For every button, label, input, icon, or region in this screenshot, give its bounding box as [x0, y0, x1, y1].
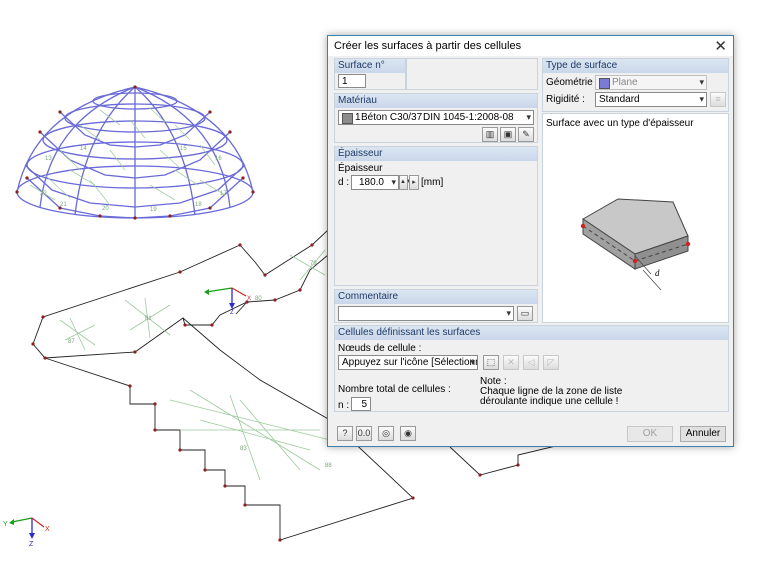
dialog-title: Créer les surfaces à partir des cellules [334, 40, 522, 52]
surface-label: 81 [145, 316, 152, 322]
rigidity-value: Standard [599, 94, 640, 105]
axis-x-label: X [45, 526, 50, 533]
cancel-button[interactable]: Annuler [680, 426, 726, 442]
visibility-button[interactable]: ◉ [400, 426, 416, 441]
cell-action-button-2[interactable]: ◸ [543, 355, 559, 370]
axis-z-label: Z [29, 541, 34, 548]
dialog-titlebar[interactable]: Créer les surfaces à partir des cellules… [328, 36, 733, 56]
surface-preview-panel: Surface avec un type d'épaisseur d [542, 113, 729, 323]
axis-y-label: Y [3, 521, 8, 528]
surface-label: 83 [240, 446, 247, 452]
chevron-down-icon: ▾ [470, 357, 475, 367]
thickness-input[interactable]: 180.0 ▾ [351, 175, 399, 190]
global-axis-icon: X Y Z [3, 517, 50, 548]
dome-label: 15 [180, 146, 187, 152]
edit-rigidity-button[interactable]: ≡ [710, 92, 726, 107]
comment-library-button[interactable]: ▭ [517, 306, 533, 321]
note-line-2: déroulante indique une cellule ! [480, 396, 619, 407]
rigidity-label: Rigidité : [546, 94, 585, 105]
thickness-label: Épaisseur [338, 163, 383, 174]
material-select[interactable]: 1 Béton C30/37 DIN 1045-1:2008-08 ▾ [338, 110, 534, 125]
geometry-value: Plane [612, 77, 638, 88]
cell-nodes-value: Appuyez sur l'icône [Sélectionner] [342, 357, 478, 368]
svg-text:d: d [655, 268, 660, 278]
surface-label: 88 [325, 463, 332, 469]
rigidity-select[interactable]: Standard ▾ [595, 92, 707, 107]
material-header: Matériau [335, 94, 537, 108]
ok-button[interactable]: OK [627, 426, 673, 442]
surface-label: 87 [68, 339, 75, 345]
thickness-d-label: d : [338, 177, 350, 188]
geometry-label: Géométrie [546, 77, 593, 88]
thickness-unit: [mm] [421, 177, 444, 188]
cell-count-field: 5 [351, 397, 371, 411]
geometry-color-swatch [599, 78, 610, 89]
material-group: Matériau 1 Béton C30/37 DIN 1045-1:2008-… [334, 93, 538, 143]
floor-plan-load-lines [59, 249, 331, 481]
dome-label: 17 [220, 191, 227, 197]
material-color-swatch [342, 113, 353, 124]
delete-cell-button[interactable]: ✕ [503, 355, 519, 370]
thickness-group: Épaisseur Épaisseur d : 180.0 ▾ ▲▼ ▸ [mm… [334, 146, 538, 286]
cell-nodes-label: Nœuds de cellule : [338, 343, 422, 354]
material-number: 1 [355, 112, 361, 123]
chevron-down-icon: ▾ [699, 94, 704, 104]
chevron-down-icon: ▾ [391, 177, 396, 187]
svg-text:X: X [247, 296, 251, 302]
surface-type-header: Type de surface [543, 59, 728, 73]
dome-label: 19 [150, 207, 157, 213]
chevron-down-icon: ▾ [526, 112, 531, 122]
thickness-pick-button[interactable]: ▸ [409, 175, 419, 190]
edit-material-button[interactable]: ✎ [518, 127, 534, 142]
cells-header: Cellules définissant les surfaces [335, 326, 728, 340]
material-library-button[interactable]: ▥ [482, 127, 498, 142]
surface-label: 79 [310, 261, 317, 267]
create-surfaces-dialog: Créer les surfaces à partir des cellules… [327, 35, 734, 447]
chevron-down-icon: ▾ [506, 308, 511, 318]
comment-header: Commentaire [335, 290, 537, 304]
surface-number-group: Surface n° 1 [334, 58, 406, 90]
dome-label: 20 [102, 206, 109, 212]
cell-action-button[interactable]: ◁ [523, 355, 539, 370]
dome-label: 14 [80, 146, 87, 152]
new-material-button[interactable]: ▣ [500, 127, 516, 142]
cell-nodes-select[interactable]: Appuyez sur l'icône [Sélectionner] ▾ [338, 355, 478, 370]
dome-label: 16 [215, 156, 222, 162]
svg-text:Z: Z [230, 310, 234, 316]
help-icon[interactable]: ? [337, 426, 353, 441]
units-button[interactable]: 0.0 [356, 426, 372, 441]
view-button[interactable]: ◎ [378, 426, 394, 441]
dome-model: 22 21 20 19 18 17 16 15 14 13 [15, 85, 255, 220]
total-cells-label: Nombre total de cellules : [338, 384, 451, 395]
surface-label: 80 [255, 296, 262, 302]
dome-label: 22 [40, 191, 47, 197]
chevron-down-icon: ▾ [699, 77, 704, 87]
preview-caption: Surface avec un type d'épaisseur [546, 118, 694, 129]
surface-number-input[interactable]: 1 [338, 74, 366, 88]
cells-group: Cellules définissant les surfaces Nœuds … [334, 325, 729, 412]
thickness-header: Épaisseur [335, 147, 537, 161]
surface-number-spare [406, 58, 538, 90]
geometry-select[interactable]: Plane ▾ [595, 75, 707, 90]
n-label: n : [338, 400, 350, 411]
dome-label: 21 [60, 202, 67, 208]
surface-number-header: Surface n° [335, 59, 405, 73]
thickness-value: 180.0 [358, 177, 384, 188]
close-icon[interactable]: ✕ [714, 37, 727, 55]
select-cell-button[interactable]: ⬚ [483, 355, 499, 370]
thickness-spinner[interactable]: ▲▼ [399, 175, 412, 190]
dome-label: 13 [45, 156, 52, 162]
surface-thickness-illustration: d [580, 198, 691, 291]
comment-input[interactable]: ▾ [338, 306, 514, 321]
dome-label: 18 [195, 202, 202, 208]
material-norm: DIN 1045-1:2008-08 [423, 112, 514, 123]
surface-type-group: Type de surface Géométrie Plane ▾ Rigidi… [542, 58, 729, 112]
comment-group: Commentaire ▾ ▭ [334, 289, 538, 323]
material-name: Béton C30/37 [361, 112, 423, 123]
